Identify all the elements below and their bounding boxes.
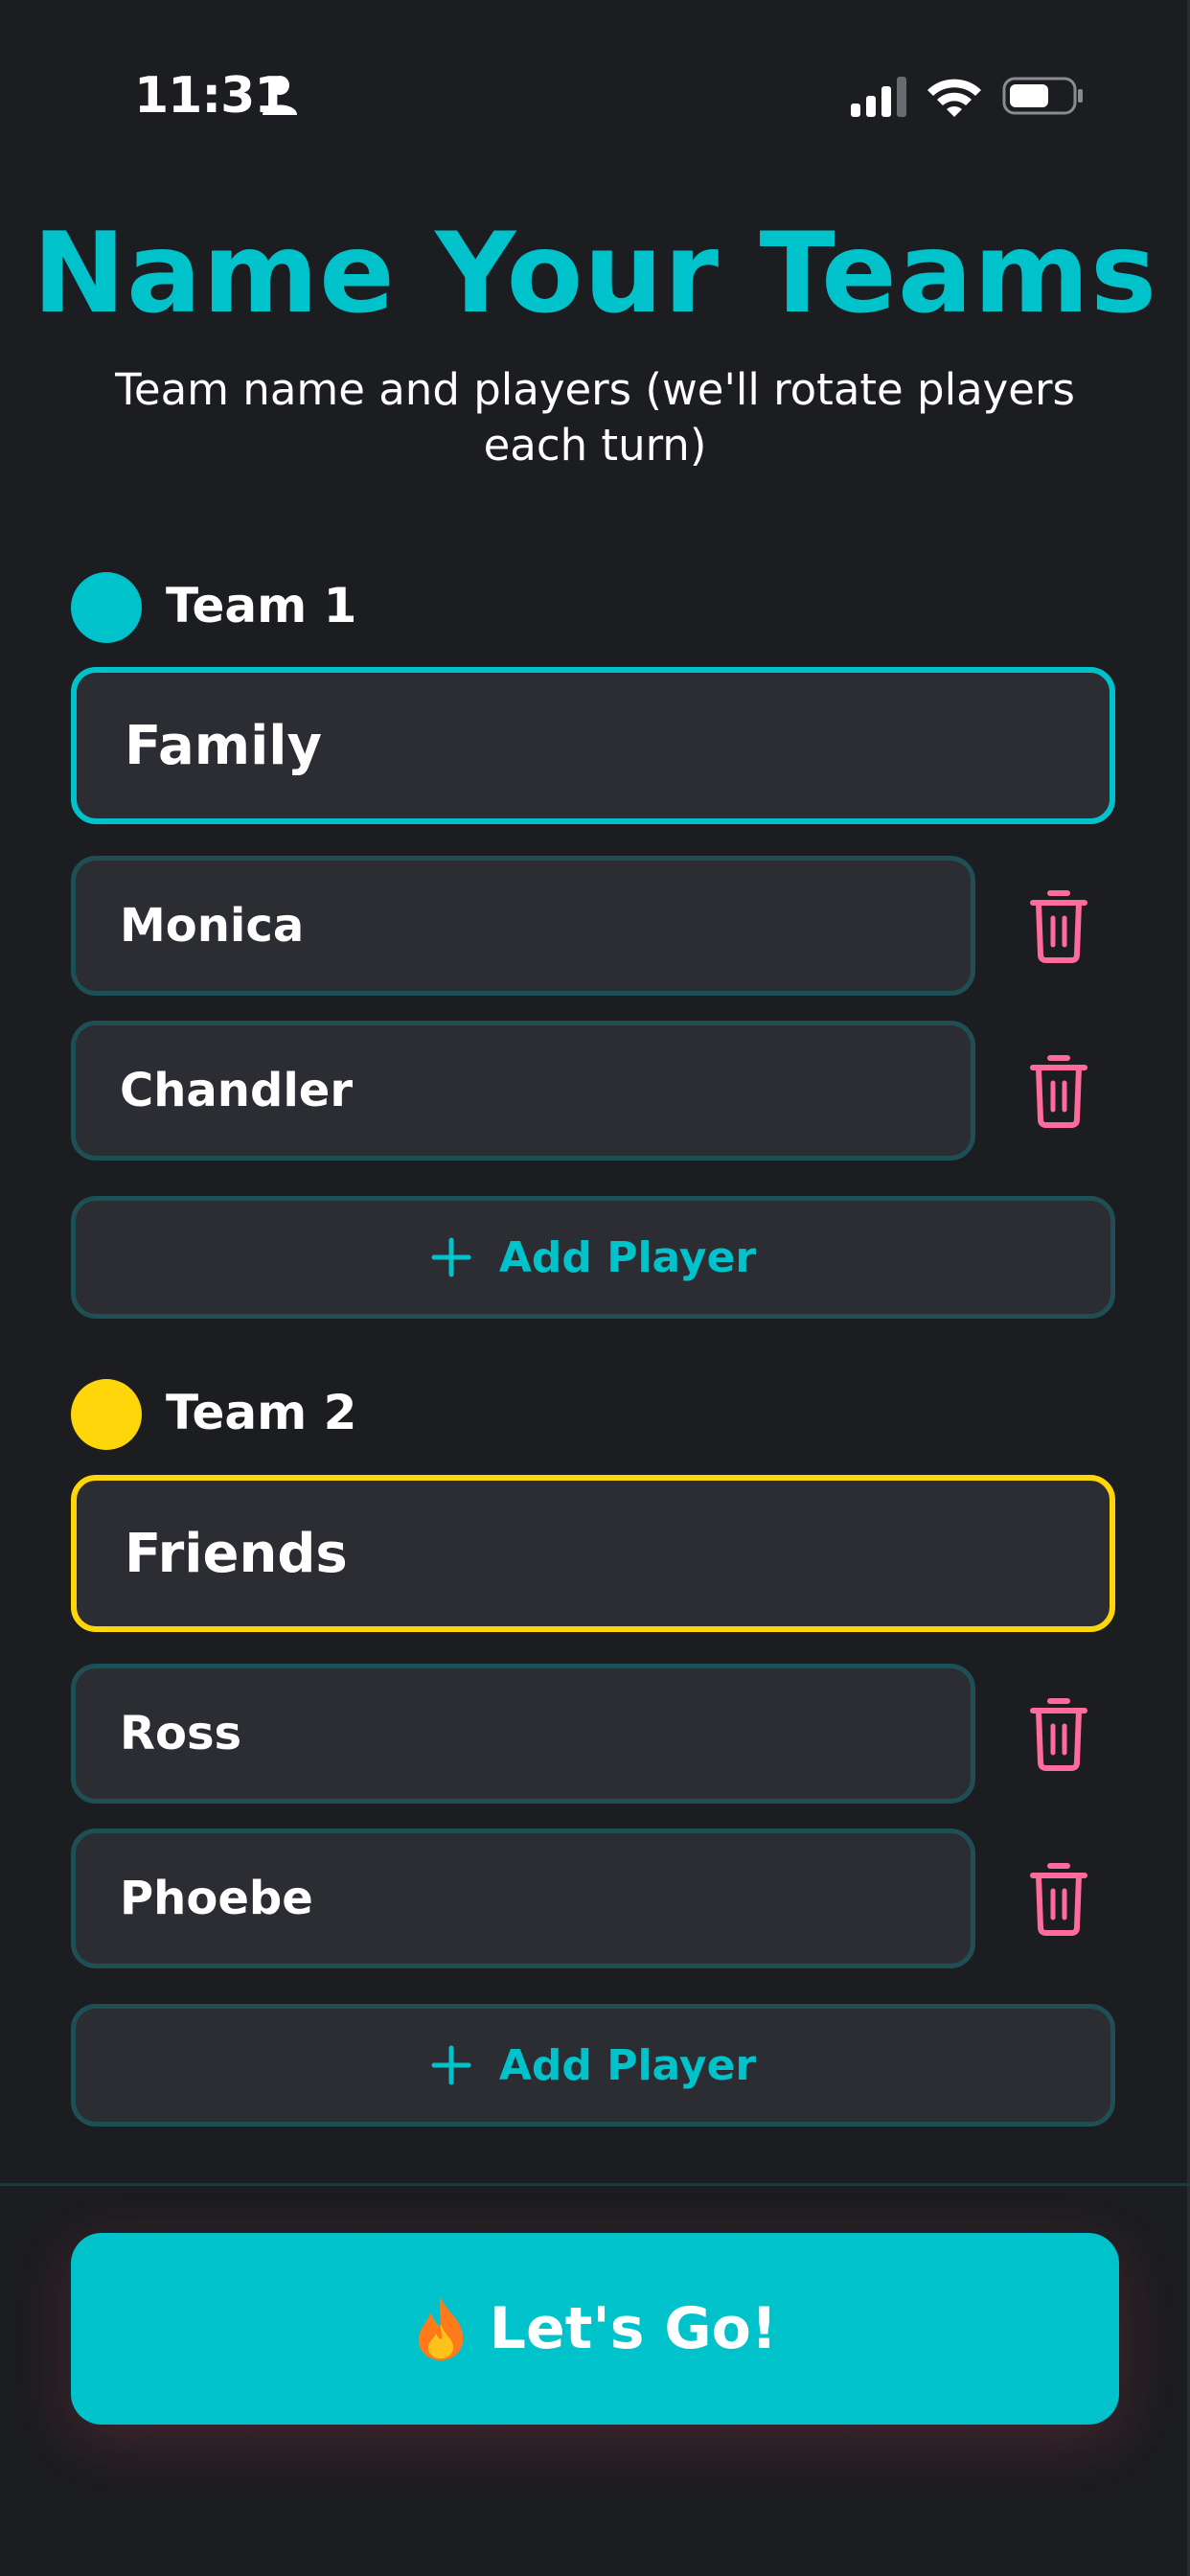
status-bar: 11:31 <box>0 0 1190 192</box>
page-title: Name Your Teams <box>32 209 1158 338</box>
battery-icon <box>1002 77 1083 115</box>
lets-go-button[interactable]: Let's Go! <box>71 2233 1119 2425</box>
plus-icon <box>431 1237 471 1277</box>
add-player-label: Add Player <box>498 1232 757 1282</box>
add-player-button[interactable]: Add Player <box>71 2004 1115 2127</box>
plus-icon <box>431 2045 471 2085</box>
player-name-input[interactable] <box>71 1664 975 1804</box>
fire-icon <box>418 2297 464 2360</box>
team-name-input[interactable] <box>71 667 1115 824</box>
team-color-dot <box>71 1379 142 1450</box>
player-name-input[interactable] <box>71 1828 975 1968</box>
team-name-input[interactable] <box>71 1475 1115 1632</box>
team-label: Team 2 <box>166 1385 357 1440</box>
trash-icon <box>1030 1863 1087 1936</box>
player-name-input[interactable] <box>71 856 975 996</box>
footer-divider <box>0 2183 1190 2186</box>
delete-player-button[interactable] <box>1023 1695 1094 1772</box>
add-player-label: Add Player <box>498 2040 757 2090</box>
trash-icon <box>1030 890 1087 963</box>
delete-player-button[interactable] <box>1023 887 1094 964</box>
trash-icon <box>1030 1698 1087 1771</box>
team-color-dot <box>71 572 142 643</box>
trash-icon <box>1030 1055 1087 1128</box>
delete-player-button[interactable] <box>1023 1860 1094 1937</box>
cellular-signal-icon <box>851 77 906 117</box>
player-name-input[interactable] <box>71 1021 975 1161</box>
lets-go-label: Let's Go! <box>489 2295 778 2362</box>
team-label: Team 1 <box>166 578 357 633</box>
wifi-icon <box>927 79 981 117</box>
delete-player-button[interactable] <box>1023 1052 1094 1129</box>
page-subtitle: Team name and players (we'll rotate play… <box>115 364 1075 471</box>
person-icon <box>263 76 297 115</box>
add-player-button[interactable]: Add Player <box>71 1196 1115 1319</box>
